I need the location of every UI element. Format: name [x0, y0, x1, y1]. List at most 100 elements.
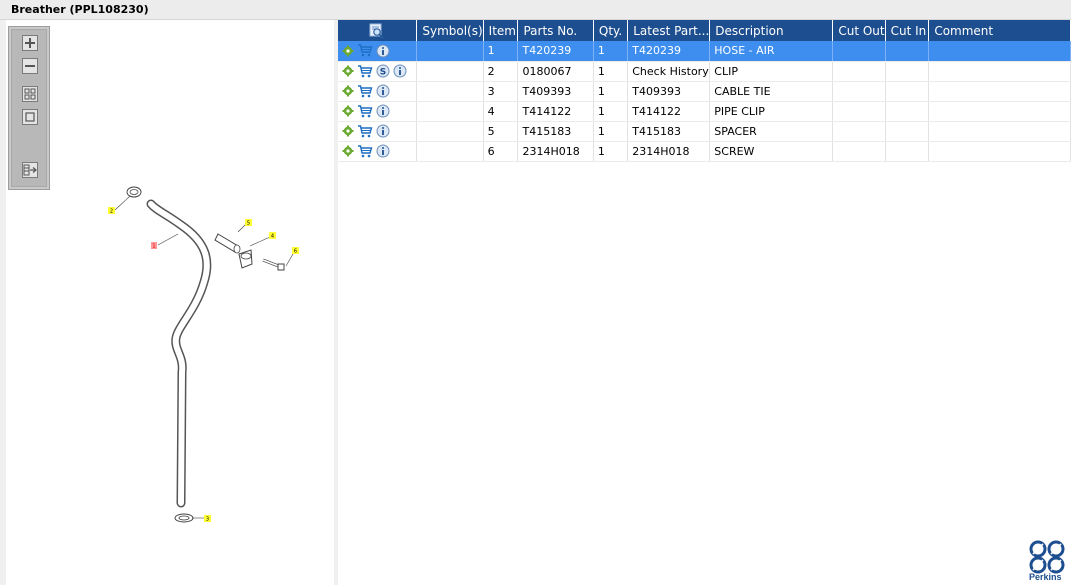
qty-cell: 1	[593, 81, 629, 102]
parts-no-cell: T415183	[517, 121, 594, 142]
column-header-cut-in[interactable]: Cut In	[885, 20, 930, 41]
row-actions-cell: S	[338, 61, 418, 82]
table-row[interactable]: 1 T420239 1 T420239 HOSE - AIR	[338, 41, 1071, 62]
cut-in-cell	[885, 101, 930, 122]
table-row[interactable]: 6 2314H018 1 2314H018 SCREW	[338, 141, 1071, 162]
parts-diagram[interactable]: 2 1 5 4 6 3	[6, 20, 334, 585]
column-header-comment[interactable]: Comment	[928, 20, 1071, 41]
cut-out-cell	[832, 141, 886, 162]
callout-3[interactable]: 3	[204, 515, 211, 523]
gear-icon[interactable]	[342, 145, 354, 157]
pipe-clip-part-4[interactable]	[238, 236, 271, 269]
gear-icon[interactable]	[342, 125, 354, 137]
comment-cell	[928, 101, 1071, 122]
comment-cell	[928, 61, 1071, 82]
gear-icon[interactable]	[342, 65, 354, 77]
column-header-symbols[interactable]: Symbol(s)	[416, 20, 484, 41]
info-icon[interactable]	[376, 144, 390, 158]
cart-icon[interactable]	[357, 44, 373, 57]
spacer-part-5[interactable]	[214, 223, 247, 254]
screw-part-6[interactable]	[262, 253, 294, 271]
table-row[interactable]: 3 T409393 1 T409393 CABLE TIE	[338, 81, 1071, 102]
row-actions-cell	[338, 121, 418, 142]
latest-part-cell: 2314H018	[627, 141, 711, 162]
table-row[interactable]: 5 T415183 1 T415183 SPACER	[338, 121, 1071, 142]
cut-out-cell	[832, 101, 886, 122]
info-icon[interactable]	[393, 64, 407, 78]
latest-part-cell: T420239	[627, 41, 711, 62]
table-row[interactable]: 4 T414122 1 T414122 PIPE CLIP	[338, 101, 1071, 122]
gear-icon[interactable]	[342, 85, 354, 97]
callout-6[interactable]: 6	[292, 247, 299, 255]
zoom-out-button[interactable]	[22, 58, 38, 74]
diagram-pane[interactable]: 2 1 5 4 6 3	[6, 20, 334, 585]
supersession-icon[interactable]: S	[376, 64, 390, 78]
cut-in-cell	[885, 81, 930, 102]
column-header-parts-no[interactable]: Parts No.	[517, 20, 594, 41]
parts-no-cell: T409393	[517, 81, 594, 102]
description-cell: HOSE - AIR	[709, 41, 834, 62]
latest-part-cell: T415183	[627, 121, 711, 142]
cut-out-cell	[832, 41, 886, 62]
symbols-cell	[416, 81, 484, 102]
cart-icon[interactable]	[357, 144, 373, 158]
zoom-out-icon	[25, 65, 35, 67]
callout-2[interactable]: 2	[108, 207, 115, 215]
cart-icon[interactable]	[357, 124, 373, 138]
column-header-description[interactable]: Description	[709, 20, 834, 41]
description-cell: SPACER	[709, 121, 834, 142]
info-icon[interactable]	[376, 104, 390, 118]
cable-tie-part-3[interactable]	[174, 513, 204, 523]
perkins-logo-text: Perkins	[1029, 572, 1062, 582]
cut-in-cell	[885, 141, 930, 162]
svg-text:3: 3	[206, 517, 209, 523]
svg-text:S: S	[380, 67, 386, 77]
zoom-in-button[interactable]	[22, 35, 38, 51]
item-cell: 1	[483, 41, 519, 62]
fit-window-button[interactable]	[22, 109, 38, 125]
info-icon[interactable]	[376, 84, 390, 98]
info-icon[interactable]	[376, 124, 390, 138]
cart-icon[interactable]	[357, 104, 373, 118]
cart-icon[interactable]	[357, 64, 373, 78]
export-button[interactable]	[22, 162, 38, 178]
search-parts-icon[interactable]	[369, 23, 385, 39]
export-icon	[23, 164, 37, 176]
column-header-item[interactable]: Item	[483, 20, 519, 41]
table-header-row: Symbol(s) Item Parts No. Qty. Latest Par…	[338, 20, 1071, 41]
parts-no-cell: T414122	[517, 101, 594, 122]
fit-all-button[interactable]	[22, 86, 38, 102]
qty-cell: 1	[593, 101, 629, 122]
cut-in-cell	[885, 121, 930, 142]
row-actions-cell	[338, 41, 418, 62]
description-cell: SCREW	[709, 141, 834, 162]
info-icon[interactable]	[376, 44, 390, 58]
table-row[interactable]: S 2 0180067 1 Check History CLIP	[338, 61, 1071, 82]
comment-cell	[928, 141, 1071, 162]
callout-1[interactable]: 1	[151, 242, 157, 250]
description-cell: CLIP	[709, 61, 834, 82]
comment-cell	[928, 81, 1071, 102]
clip-part-2[interactable]	[114, 186, 142, 211]
svg-text:2: 2	[110, 209, 113, 215]
latest-part-cell: T414122	[627, 101, 711, 122]
gear-icon[interactable]	[342, 45, 354, 57]
column-header-latest-part[interactable]: Latest Part...	[627, 20, 711, 41]
callout-5[interactable]: 5	[245, 219, 252, 227]
column-header-actions[interactable]	[338, 20, 418, 41]
cart-icon[interactable]	[357, 84, 373, 98]
parts-no-cell: T420239	[517, 41, 594, 62]
column-header-cut-out[interactable]: Cut Out	[832, 20, 886, 41]
zoom-in-icon	[25, 38, 35, 48]
column-header-qty[interactable]: Qty.	[593, 20, 629, 41]
callout-4[interactable]: 4	[269, 232, 276, 240]
comment-cell	[928, 41, 1071, 62]
gear-icon[interactable]	[342, 105, 354, 117]
parts-table: Symbol(s) Item Parts No. Qty. Latest Par…	[338, 20, 1071, 162]
symbols-cell	[416, 41, 484, 62]
cut-in-cell	[885, 61, 930, 82]
parts-table-pane: Symbol(s) Item Parts No. Qty. Latest Par…	[338, 20, 1071, 585]
fit-all-icon	[24, 88, 36, 100]
cut-in-cell	[885, 41, 930, 62]
svg-text:1: 1	[152, 244, 155, 250]
